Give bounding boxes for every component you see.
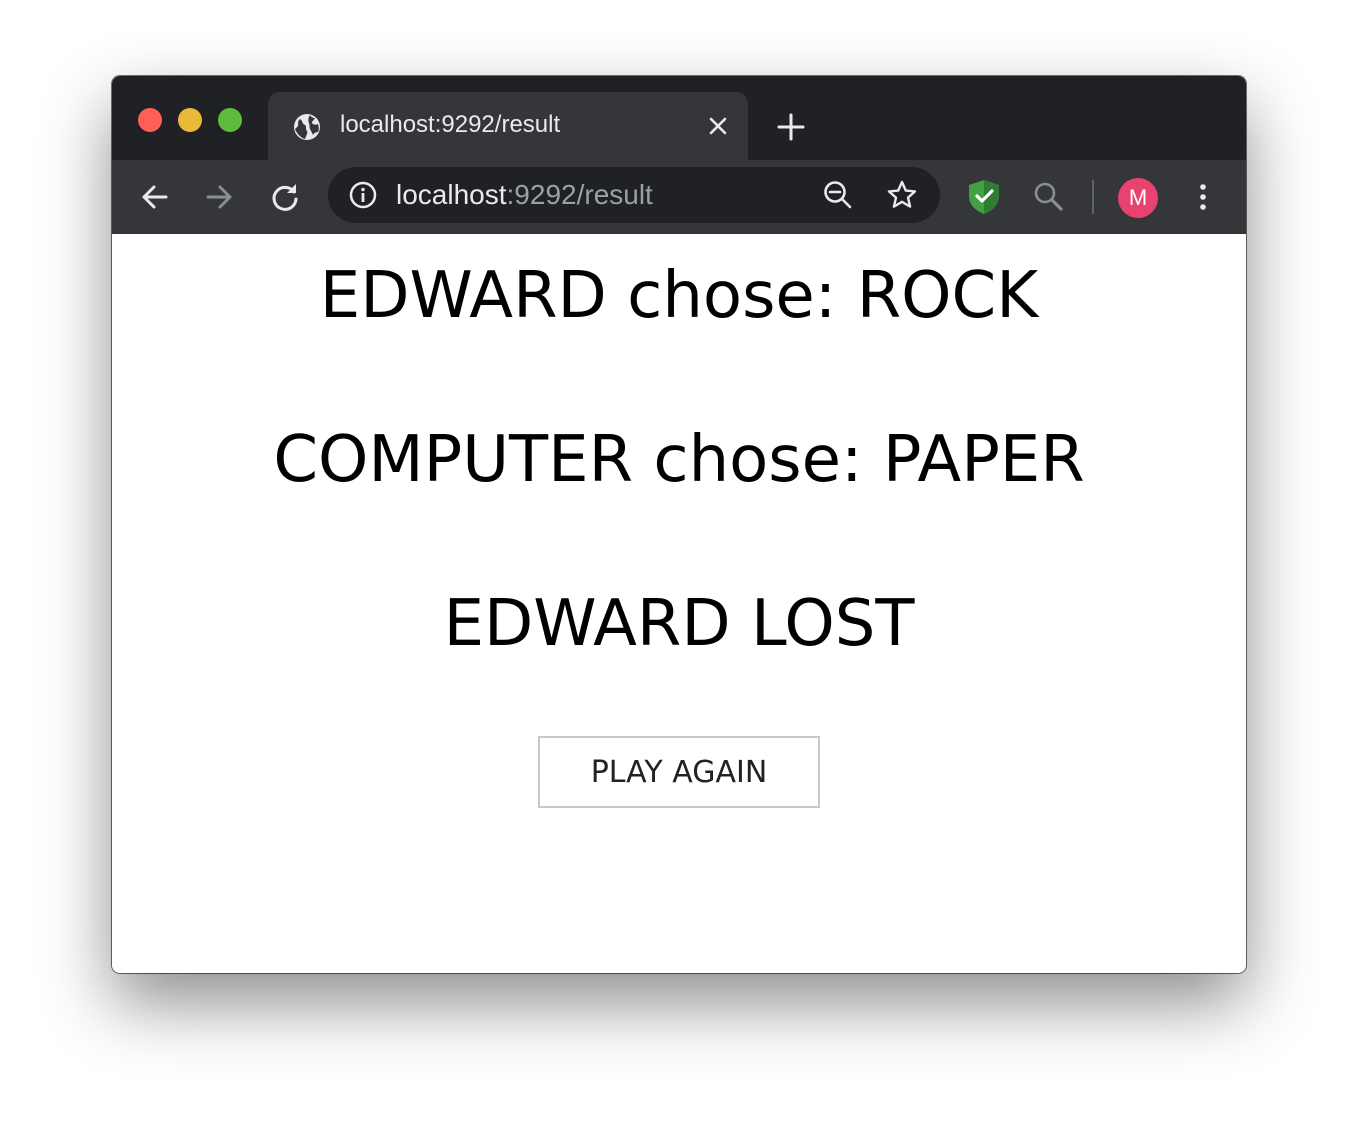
url-text[interactable]: localhost:9292/result <box>396 179 653 211</box>
star-icon[interactable] <box>886 179 918 211</box>
minimize-window-button[interactable] <box>178 108 202 132</box>
browser-window: localhost:9292/result localhost:9292/res… <box>112 76 1246 973</box>
address-bar[interactable]: localhost:9292/result <box>328 167 940 223</box>
tab-title: localhost:9292/result <box>340 111 561 138</box>
toolbar-separator <box>1092 180 1094 214</box>
globe-icon <box>294 114 320 140</box>
url-path: :9292/result <box>506 179 653 210</box>
reload-icon[interactable] <box>268 180 302 214</box>
tab-strip: localhost:9292/result <box>112 76 1246 160</box>
browser-tab[interactable]: localhost:9292/result <box>268 92 748 160</box>
close-window-button[interactable] <box>138 108 162 132</box>
play-again-button[interactable]: PLAY AGAIN <box>538 736 820 808</box>
back-arrow-icon[interactable] <box>138 180 172 214</box>
close-icon[interactable] <box>706 114 730 138</box>
page-content: EDWARD chose: ROCK COMPUTER chose: PAPER… <box>112 234 1246 973</box>
more-vert-icon[interactable] <box>1186 180 1220 214</box>
search-icon[interactable] <box>1032 180 1066 214</box>
maximize-window-button[interactable] <box>218 108 242 132</box>
zoom-out-icon[interactable] <box>822 179 854 211</box>
forward-arrow-icon[interactable] <box>202 180 236 214</box>
plus-icon[interactable] <box>776 112 806 142</box>
outcome-heading: EDWARD LOST <box>443 587 915 661</box>
profile-avatar[interactable]: M <box>1118 178 1158 218</box>
browser-toolbar: localhost:9292/result M <box>112 160 1246 234</box>
info-icon[interactable] <box>348 180 378 210</box>
computer-choice-heading: COMPUTER chose: PAPER <box>273 423 1085 497</box>
shield-check-icon[interactable] <box>966 178 1002 216</box>
url-host: localhost <box>396 179 507 210</box>
player-choice-heading: EDWARD chose: ROCK <box>319 259 1039 333</box>
